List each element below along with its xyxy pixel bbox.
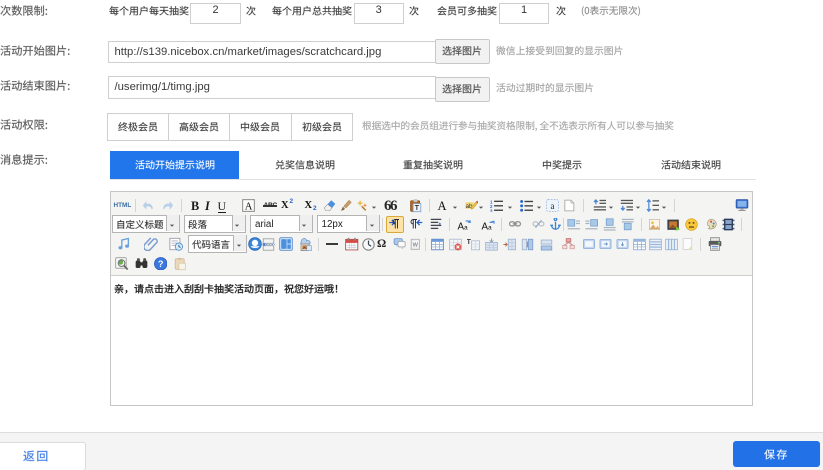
svg-text:a: a [550,201,554,211]
svg-text:a: a [464,224,468,231]
svg-text:3: 3 [490,209,493,213]
svg-text:A: A [245,202,253,212]
svg-text:T: T [467,239,472,246]
svg-text:?: ? [158,259,163,269]
svg-text:W: W [412,242,418,248]
svg-text:a: a [488,224,492,231]
